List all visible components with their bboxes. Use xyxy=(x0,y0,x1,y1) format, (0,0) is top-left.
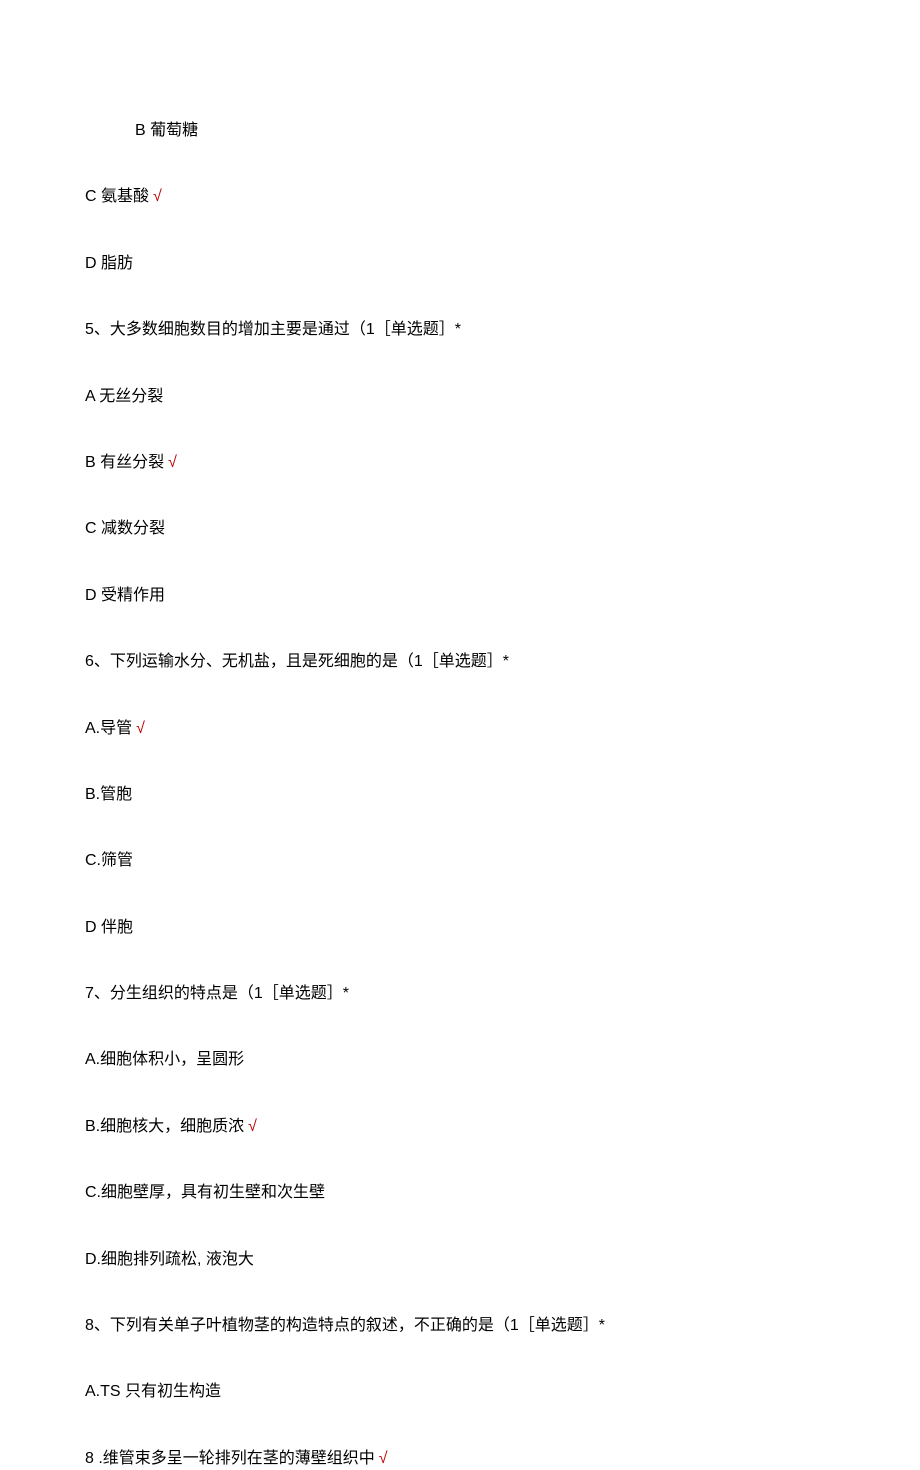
document-line: A.TS 只有初生构造 xyxy=(85,1381,835,1403)
document-line: A.细胞体积小，呈圆形 xyxy=(85,1049,835,1071)
correct-mark-icon: √ xyxy=(379,1450,388,1467)
line-text: D 脂肪 xyxy=(85,255,133,272)
line-text: A 无丝分裂 xyxy=(85,388,163,405)
document-line: 7、分生组织的特点是（1［单选题］* xyxy=(85,983,835,1005)
line-text: 6、下列运输水分、无机盐，且是死细胞的是（1［单选题］* xyxy=(85,653,509,670)
line-text: 8、下列有关单子叶植物茎的构造特点的叙述，不正确的是（1［单选题］* xyxy=(85,1317,605,1334)
document-line: 8 .维管束多呈一轮排列在茎的薄壁组织中√ xyxy=(85,1448,835,1470)
line-text: A.TS 只有初生构造 xyxy=(85,1383,221,1400)
line-text: C 减数分裂 xyxy=(85,520,165,537)
document-line: D 伴胞 xyxy=(85,917,835,939)
line-text: C.细胞壁厚，具有初生壁和次生壁 xyxy=(85,1184,325,1201)
line-text: A.细胞体积小，呈圆形 xyxy=(85,1051,244,1068)
line-text: 7、分生组织的特点是（1［单选题］* xyxy=(85,985,349,1002)
line-text: B.管胞 xyxy=(85,786,132,803)
line-text: D 伴胞 xyxy=(85,919,133,936)
document-line: D.细胞排列疏松, 液泡大 xyxy=(85,1249,835,1271)
document-line: A.导管√ xyxy=(85,718,835,740)
document-line: 8、下列有关单子叶植物茎的构造特点的叙述，不正确的是（1［单选题］* xyxy=(85,1315,835,1337)
correct-mark-icon: √ xyxy=(248,1118,257,1135)
document-line: C 氨基酸√ xyxy=(85,186,835,208)
line-text: 5、大多数细胞数目的增加主要是通过（1［单选题］* xyxy=(85,321,461,338)
correct-mark-icon: √ xyxy=(153,188,162,205)
document-line: C 减数分裂 xyxy=(85,518,835,540)
document-line: C.细胞壁厚，具有初生壁和次生壁 xyxy=(85,1182,835,1204)
document-line: A 无丝分裂 xyxy=(85,386,835,408)
line-text: A.导管 xyxy=(85,720,132,737)
document-line: B 有丝分裂√ xyxy=(85,452,835,474)
document-line: B 葡萄糖 xyxy=(85,120,835,142)
document-line: D 受精作用 xyxy=(85,585,835,607)
document-line: B.细胞核大，细胞质浓√ xyxy=(85,1116,835,1138)
line-text: 8 .维管束多呈一轮排列在茎的薄壁组织中 xyxy=(85,1450,375,1467)
document-line: 5、大多数细胞数目的增加主要是通过（1［单选题］* xyxy=(85,319,835,341)
line-text: B 葡萄糖 xyxy=(135,122,198,139)
document-line: B.管胞 xyxy=(85,784,835,806)
line-text: D 受精作用 xyxy=(85,587,165,604)
line-text: D.细胞排列疏松, 液泡大 xyxy=(85,1251,254,1268)
document-line: D 脂肪 xyxy=(85,253,835,275)
line-text: C.筛管 xyxy=(85,852,133,869)
document-line: 6、下列运输水分、无机盐，且是死细胞的是（1［单选题］* xyxy=(85,651,835,673)
line-text: B.细胞核大，细胞质浓 xyxy=(85,1118,244,1135)
correct-mark-icon: √ xyxy=(136,720,145,737)
correct-mark-icon: √ xyxy=(168,454,177,471)
line-text: C 氨基酸 xyxy=(85,188,149,205)
document-line: C.筛管 xyxy=(85,850,835,872)
line-text: B 有丝分裂 xyxy=(85,454,164,471)
